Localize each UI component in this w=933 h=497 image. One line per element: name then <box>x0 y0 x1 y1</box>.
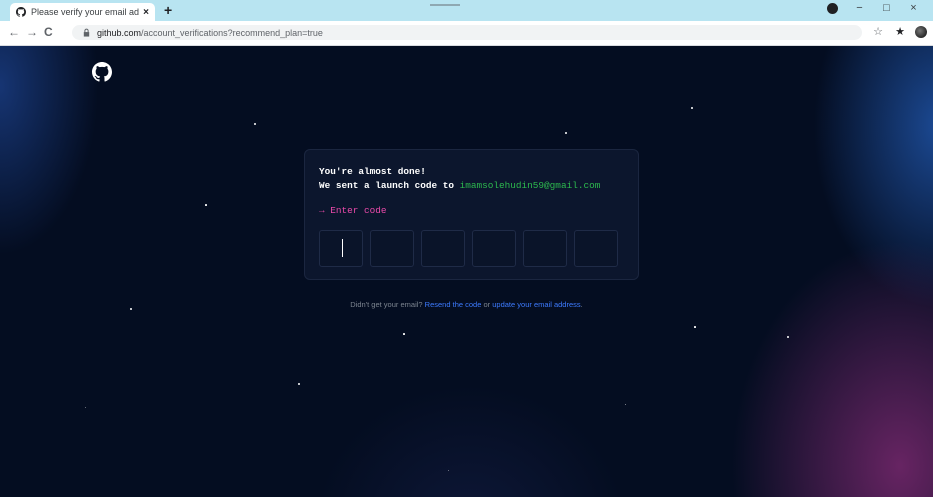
resend-end: . <box>580 300 583 309</box>
close-window-button[interactable]: × <box>900 2 927 14</box>
star-decoration <box>694 326 696 328</box>
star-decoration <box>85 407 86 408</box>
launch-code-message: We sent a launch code to imamsolehudin59… <box>319 179 624 193</box>
window-controls: − □ × <box>827 2 927 14</box>
avatar[interactable] <box>915 25 927 38</box>
launch-code-prefix: We sent a launch code to <box>319 180 455 191</box>
tab-close-icon[interactable]: × <box>143 7 149 18</box>
tab-title: Please verify your email address <box>31 7 140 17</box>
star-decoration <box>787 336 789 338</box>
forward-button[interactable]: → <box>26 25 38 39</box>
star-decoration <box>298 383 300 385</box>
code-digit-input[interactable] <box>319 230 363 267</box>
star-decoration <box>254 123 256 125</box>
address-bar[interactable]: github.com/account_verifications?recomme… <box>72 25 862 40</box>
reload-button[interactable]: C <box>44 25 53 39</box>
code-input-group <box>319 230 618 267</box>
code-digit-input[interactable] <box>421 230 465 267</box>
browser-tab-strip: Please verify your email address × + − □… <box>0 0 933 21</box>
star-decoration <box>565 132 567 134</box>
verification-card: You're almost done! We sent a launch cod… <box>304 149 639 280</box>
star-decoration <box>205 204 207 206</box>
code-digit-input[interactable] <box>574 230 618 267</box>
maximize-button[interactable]: □ <box>873 2 900 14</box>
back-button[interactable]: ← <box>8 25 20 39</box>
github-logo-icon[interactable] <box>92 62 112 82</box>
extensions-icon[interactable]: ★ <box>891 25 909 38</box>
minimize-button[interactable]: − <box>846 2 873 14</box>
star-decoration <box>691 107 693 109</box>
profile-indicator-icon[interactable] <box>827 2 838 14</box>
url-text: github.com/account_verifications?recomme… <box>97 28 323 38</box>
code-digit-input[interactable] <box>472 230 516 267</box>
text-caret <box>342 239 343 257</box>
star-decoration <box>448 470 449 471</box>
code-digit-input[interactable] <box>370 230 414 267</box>
browser-toolbar: ← → C github.com/account_verifications?r… <box>0 21 933 46</box>
update-email-link[interactable]: update your email address <box>492 300 580 309</box>
github-favicon-icon <box>16 7 26 17</box>
window-drag-handle[interactable] <box>430 4 460 6</box>
resend-prefix: Didn't get your email? <box>350 300 423 309</box>
star-decoration <box>625 404 626 405</box>
verification-page: You're almost done! We sent a launch cod… <box>0 46 933 497</box>
new-tab-button[interactable]: + <box>164 3 172 18</box>
toolbar-actions: ☆ ★ <box>865 25 927 38</box>
enter-code-prompt: → Enter code <box>319 205 387 216</box>
code-digit-input[interactable] <box>523 230 567 267</box>
resend-or: or <box>483 300 491 309</box>
resend-code-link[interactable]: Resend the code <box>425 300 482 309</box>
bookmark-star-icon[interactable]: ☆ <box>869 25 887 38</box>
browser-tab[interactable]: Please verify your email address × <box>10 3 155 21</box>
url-domain: github.com <box>97 27 142 38</box>
email-address: imamsolehudin59@gmail.com <box>459 180 601 191</box>
url-path: /account_verifications?recommend_plan=tr… <box>141 27 323 38</box>
resend-message: Didn't get your email? Resend the code o… <box>0 300 933 309</box>
almost-done-heading: You're almost done! <box>319 166 426 177</box>
star-decoration <box>403 333 405 335</box>
lock-icon <box>82 28 91 37</box>
